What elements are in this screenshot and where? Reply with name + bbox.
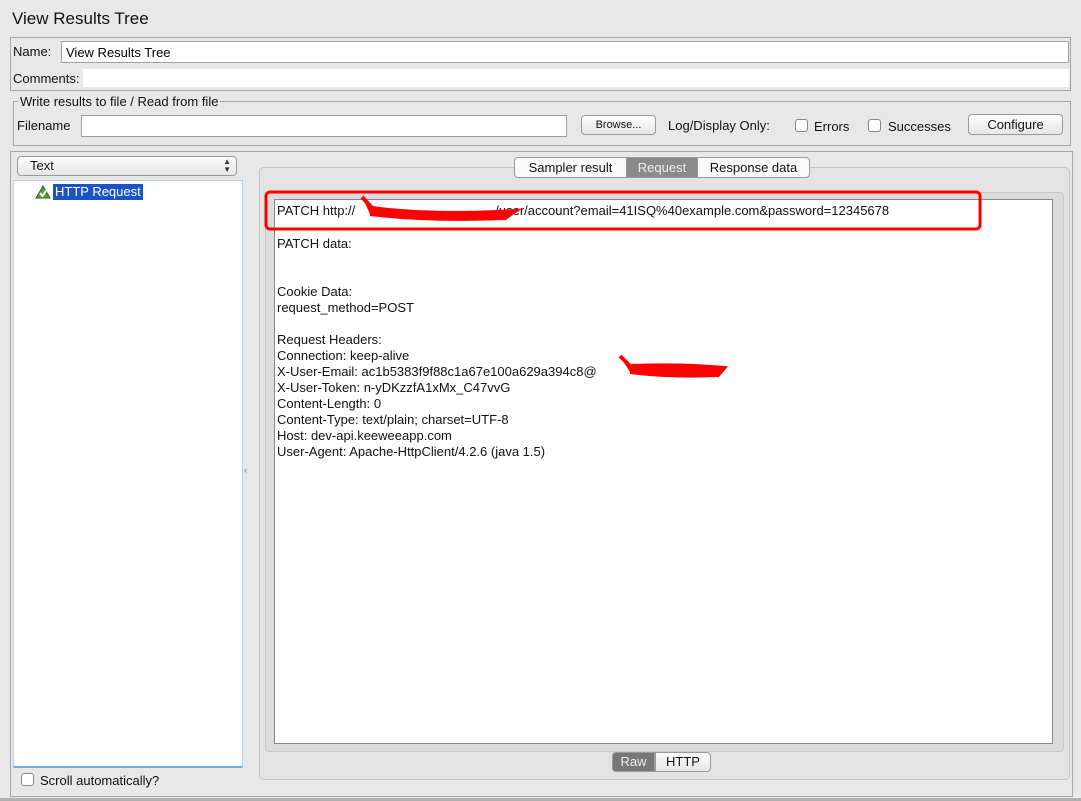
raw-button[interactable]: Raw [612, 752, 655, 772]
redaction-scribble [360, 195, 522, 221]
annotation-overlay [264, 190, 982, 378]
redaction-scribble [618, 354, 729, 378]
http-button[interactable]: HTTP [655, 752, 711, 772]
